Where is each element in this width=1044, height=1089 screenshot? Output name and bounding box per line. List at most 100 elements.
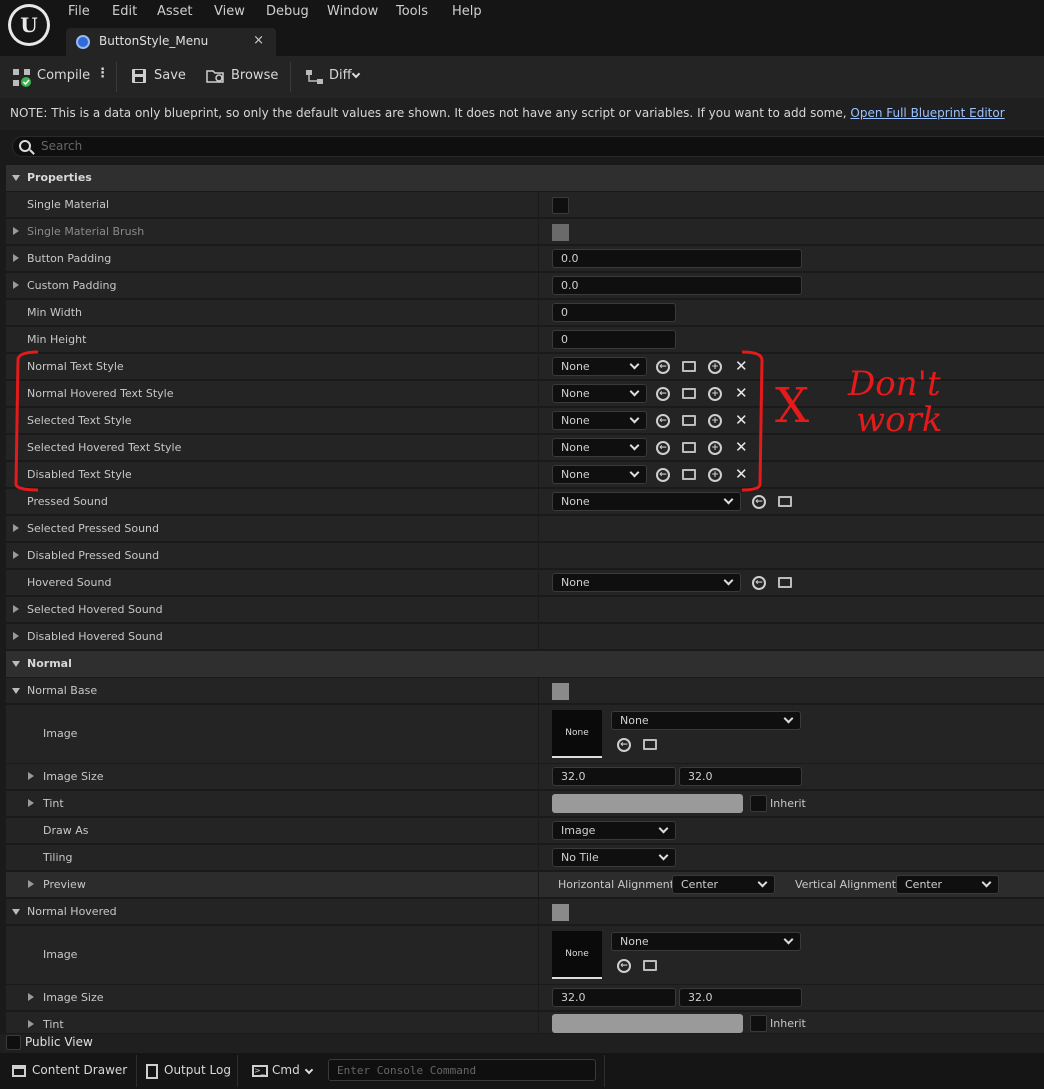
chevron-down-icon <box>351 69 361 79</box>
tint-color-swatch[interactable] <box>552 794 743 813</box>
image-thumbnail[interactable]: None <box>552 931 602 979</box>
expand-icon[interactable] <box>13 254 19 262</box>
expand-icon[interactable] <box>13 605 19 613</box>
expand-icon[interactable] <box>28 1020 34 1028</box>
public-view-checkbox[interactable] <box>6 1035 21 1050</box>
category-properties[interactable]: Properties <box>6 165 1044 191</box>
row-normal-base-draw-as: Draw As Image <box>6 818 1044 844</box>
use-selected-icon[interactable]: ← <box>752 576 766 590</box>
image-combo[interactable]: None <box>611 711 801 730</box>
image-size-y-field[interactable]: 32.0 <box>679 988 802 1007</box>
combo-value: Center <box>681 878 719 891</box>
row-disabled-hovered-sound: Disabled Hovered Sound <box>6 624 1044 650</box>
console-command-input[interactable]: Enter Console Command <box>328 1059 596 1081</box>
expand-icon[interactable] <box>13 632 19 640</box>
diff-button[interactable]: Diff <box>329 68 352 83</box>
inherit-checkbox[interactable] <box>750 795 767 812</box>
blueprint-icon <box>76 35 90 49</box>
open-full-blueprint-editor-link[interactable]: Open Full Blueprint Editor <box>850 106 1004 120</box>
output-log-button[interactable]: Output Log <box>164 1063 231 1077</box>
tab-buttonstyle-menu[interactable]: ButtonStyle_Menu × <box>66 28 276 56</box>
min-width-field[interactable]: 0 <box>552 303 676 322</box>
menu-asset[interactable]: Asset <box>157 4 193 19</box>
content-drawer-button[interactable]: Content Drawer <box>32 1063 127 1077</box>
combo-value: No Tile <box>561 851 599 864</box>
browse-folder-icon[interactable] <box>778 577 792 588</box>
property-label: Preview <box>43 878 86 891</box>
compile-icon <box>12 68 32 88</box>
tint-color-swatch[interactable] <box>552 1014 743 1033</box>
browse-folder-icon[interactable] <box>643 739 657 750</box>
search-input[interactable]: Search <box>12 136 1044 157</box>
cmd-button[interactable]: Cmd <box>272 1063 300 1077</box>
row-normal-base: Normal Base <box>6 678 1044 704</box>
collapse-icon[interactable] <box>12 688 20 694</box>
property-label: Normal Base <box>27 684 98 697</box>
image-size-x-field[interactable]: 32.0 <box>552 767 676 786</box>
collapse-icon[interactable] <box>12 909 20 915</box>
hovered-sound-combo[interactable]: None <box>552 573 741 592</box>
expand-icon[interactable] <box>28 772 34 780</box>
menu-debug[interactable]: Debug <box>266 4 309 19</box>
use-selected-icon[interactable]: ← <box>617 959 631 973</box>
custom-padding-field[interactable]: 0.0 <box>552 276 802 295</box>
property-label: Tint <box>43 1018 64 1031</box>
single-material-checkbox[interactable] <box>552 197 569 214</box>
property-label: Image <box>43 727 78 740</box>
horizontal-alignment-combo[interactable]: Center <box>672 875 775 894</box>
image-size-y-field[interactable]: 32.0 <box>679 767 802 786</box>
close-icon[interactable]: × <box>253 33 264 48</box>
use-selected-icon[interactable]: ← <box>752 495 766 509</box>
button-padding-field[interactable]: 0.0 <box>552 249 802 268</box>
terminal-icon: >_ <box>252 1065 268 1077</box>
expand-icon[interactable] <box>13 524 19 532</box>
save-button[interactable]: Save <box>154 68 186 83</box>
vertical-alignment-combo[interactable]: Center <box>896 875 999 894</box>
property-label: Image Size <box>43 770 104 783</box>
chevron-down-icon[interactable] <box>304 1065 314 1075</box>
row-normal-base-image-size: Image Size 32.0 32.0 <box>6 764 1044 790</box>
expand-icon[interactable] <box>28 799 34 807</box>
pressed-sound-combo[interactable]: None <box>552 492 741 511</box>
toolbar-divider <box>290 62 291 92</box>
menu-window[interactable]: Window <box>327 4 378 19</box>
expand-icon[interactable] <box>28 993 34 1001</box>
menu-edit[interactable]: Edit <box>112 4 137 19</box>
expand-icon[interactable] <box>28 880 34 888</box>
browse-folder-icon[interactable] <box>643 960 657 971</box>
compile-options-icon[interactable]: ⋮ <box>96 66 109 81</box>
menu-tools[interactable]: Tools <box>396 4 428 19</box>
menu-bar: U File Edit Asset View Debug Window Tool… <box>0 0 1044 56</box>
row-normal-hovered-image-size: Image Size 32.0 32.0 <box>6 985 1044 1011</box>
tiling-combo[interactable]: No Tile <box>552 848 676 867</box>
row-button-padding: Button Padding 0.0 <box>6 246 1044 272</box>
data-only-note: NOTE: This is a data only blueprint, so … <box>0 98 1044 130</box>
expand-icon[interactable] <box>13 281 19 289</box>
property-label: Custom Padding <box>27 279 117 292</box>
expand-icon[interactable] <box>13 551 19 559</box>
row-pressed-sound: Pressed Sound None ← <box>6 489 1044 515</box>
menu-help[interactable]: Help <box>452 4 482 19</box>
row-single-material: Single Material <box>6 192 1044 218</box>
menu-file[interactable]: File <box>68 4 90 19</box>
compile-button[interactable]: Compile <box>37 68 90 83</box>
image-size-x-field[interactable]: 32.0 <box>552 988 676 1007</box>
brush-swatch <box>552 224 569 241</box>
menu-view[interactable]: View <box>214 4 245 19</box>
category-label: Normal <box>27 657 72 670</box>
category-normal[interactable]: Normal <box>6 651 1044 677</box>
draw-as-combo[interactable]: Image <box>552 821 676 840</box>
property-label: Disabled Hovered Sound <box>27 630 163 643</box>
min-height-field[interactable]: 0 <box>552 330 676 349</box>
inherit-checkbox[interactable] <box>750 1015 767 1032</box>
search-icon-handle <box>29 149 35 155</box>
browse-button[interactable]: Browse <box>231 68 278 83</box>
unreal-logo-icon[interactable]: U <box>8 4 50 46</box>
use-selected-icon[interactable]: ← <box>617 738 631 752</box>
image-thumbnail[interactable]: None <box>552 710 602 758</box>
expand-icon[interactable] <box>13 227 19 235</box>
row-normal-hovered: Normal Hovered <box>6 899 1044 925</box>
category-label: Properties <box>27 171 92 184</box>
image-combo[interactable]: None <box>611 932 801 951</box>
browse-folder-icon[interactable] <box>778 496 792 507</box>
